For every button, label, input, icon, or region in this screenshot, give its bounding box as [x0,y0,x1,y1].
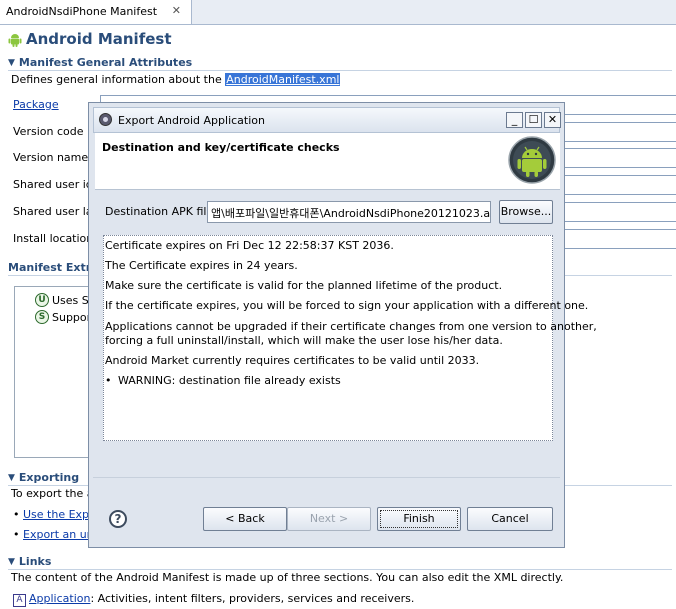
message-line: The Certificate expires in 24 years. [105,259,298,272]
export-unsigned-link-item[interactable]: • Export an un [13,528,94,541]
maximize-button[interactable]: ☐ [525,112,542,128]
editor-tab-title: AndroidNsdiPhone Manifest [6,5,158,18]
install-location-label: Install location [13,232,94,245]
apk-file-input[interactable]: 앱\배포파일\일반휴대폰\AndroidNsdiPhone20121023.ap… [207,201,491,223]
package-link[interactable]: Package [13,98,59,111]
finish-button[interactable]: Finish [377,507,461,531]
page-title: Android Manifest [8,30,172,48]
supports-badge-icon: S [35,310,49,324]
uses-badge-icon: U [35,293,49,307]
collapse-triangle-icon[interactable]: ▼ [8,557,15,567]
export-unsigned-link[interactable]: Export an un [23,528,94,541]
dialog-title: Export Android Application [118,114,265,127]
section-divider [8,70,672,71]
dialog-header-title: Destination and key/certificate checks [102,141,340,154]
back-button[interactable]: < Back [203,507,287,531]
page-title-text: Android Manifest [26,30,172,48]
message-line: Certificate expires on Fri Dec 12 22:58:… [105,239,394,252]
exporting-heading: Exporting [18,471,80,484]
version-code-field[interactable] [560,122,676,142]
browse-button[interactable]: Browse... [499,200,553,224]
shared-user-label-label: Shared user lab [13,205,100,218]
application-description: : Activities, intent filters, providers,… [90,592,415,605]
shared-user-id-field[interactable] [560,175,676,195]
warning-line: WARNING: destination file already exists [105,374,341,387]
links-header[interactable]: ▼ Links [8,555,668,568]
links-description: The content of the Android Manifest is m… [11,571,564,584]
export-wizard-link[interactable]: Use the Expo [23,508,96,521]
general-description: Defines general information about the An… [11,73,341,86]
application-link[interactable]: Application [29,592,90,605]
application-link-item: A Application: Activities, intent filters… [13,592,414,607]
shared-user-id-label: Shared user id [13,178,93,191]
minimize-button[interactable]: _ [506,112,523,128]
export-dialog: Export Android Application _ ☐ ✕ Destina… [88,102,597,548]
message-line: Applications cannot be upgraded if their… [105,320,597,333]
general-description-text: Defines general information about the [11,73,222,86]
dialog-separator [93,477,560,478]
links-heading: Links [18,555,52,568]
next-button[interactable]: Next > [287,507,371,531]
message-line: Android Market currently requires certif… [105,354,480,367]
editor-tab[interactable]: AndroidNsdiPhone Manifest ✕ [0,0,192,24]
extras-tree[interactable]: U Uses Sc S Suppor [14,286,95,458]
tree-item-uses-screens[interactable]: U Uses Sc [35,293,95,307]
general-attributes-heading: Manifest General Attributes [18,56,193,69]
help-icon[interactable]: ? [109,510,127,528]
version-code-label: Version code [13,125,84,138]
collapse-triangle-icon[interactable]: ▼ [8,473,15,483]
editor-tab-bar: AndroidNsdiPhone Manifest ✕ [0,0,676,25]
dialog-titlebar[interactable]: Export Android Application _ ☐ ✕ [93,107,561,133]
section-divider [8,569,672,570]
cancel-button[interactable]: Cancel [467,507,553,531]
export-wizard-link-item[interactable]: • Use the Expo [13,508,96,521]
apk-file-label: Destination APK file: [105,205,217,218]
close-icon[interactable]: ✕ [172,4,181,17]
shared-user-label-field[interactable] [560,202,676,222]
android-logo-icon [508,136,556,184]
eclipse-icon [99,113,112,126]
tree-item-supports[interactable]: S Suppor [35,310,91,324]
dialog-header: Destination and key/certificate checks [95,133,560,190]
message-line: forcing a full uninstall/install, which … [105,334,503,347]
message-line: Make sure the certificate is valid for t… [105,279,503,292]
android-icon [8,33,22,47]
version-name-field[interactable] [560,148,676,168]
version-name-label: Version name [13,151,89,164]
install-location-field[interactable] [560,229,676,249]
close-button[interactable]: ✕ [544,112,561,128]
collapse-triangle-icon[interactable]: ▼ [8,58,15,68]
general-attributes-header[interactable]: ▼ Manifest General Attributes [8,56,668,69]
manifest-xml-link[interactable]: AndroidManifest.xml [225,73,341,86]
tree-item-label: Suppor [52,310,92,324]
certificate-info-panel: Certificate expires on Fri Dec 12 22:58:… [103,235,597,441]
message-line: If the certificate expires, you will be … [105,299,589,312]
application-icon: A [13,593,26,607]
